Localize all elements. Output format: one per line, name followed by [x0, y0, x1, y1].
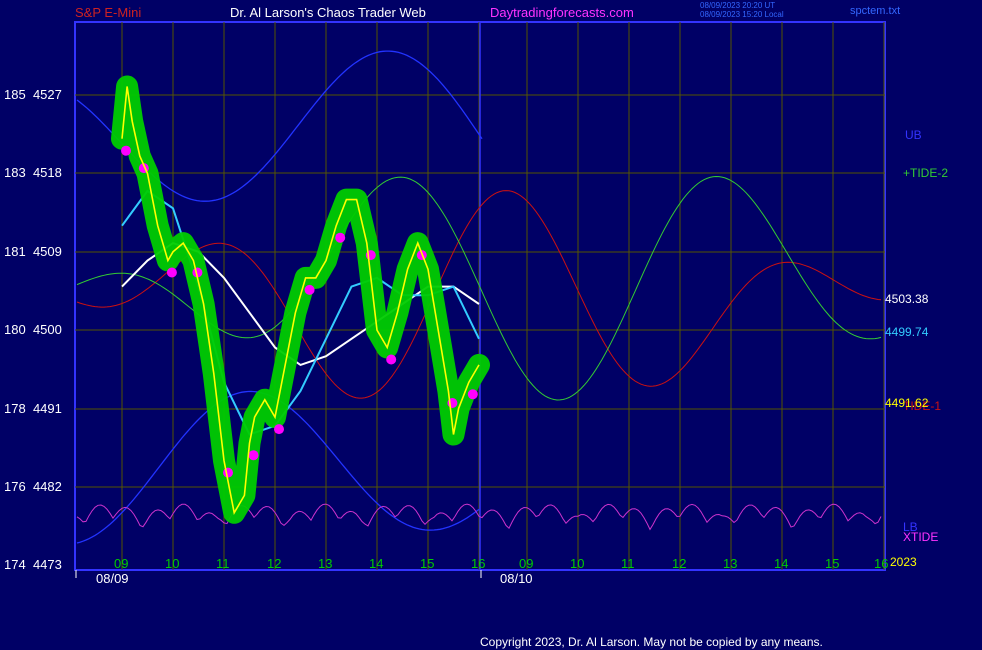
- author-title: Dr. Al Larson's Chaos Trader Web: [230, 5, 426, 20]
- copyright: Copyright 2023, Dr. Al Larson. May not b…: [480, 635, 823, 649]
- y-label: 183 4518: [4, 165, 62, 180]
- x-label: 15: [825, 556, 840, 571]
- chart-area: [74, 21, 886, 578]
- price-glow: [111, 75, 490, 524]
- x-label: 13: [318, 556, 333, 571]
- y-label: 180 4500: [4, 322, 62, 337]
- highlight-dot: [248, 450, 259, 461]
- value-yellow: 4491.62: [885, 396, 929, 410]
- x-label: 11: [216, 556, 230, 571]
- timestamp-local: 08/09/2023 15:20 Local: [700, 10, 784, 19]
- x-label: 16: [874, 556, 889, 571]
- highlight-dot: [274, 424, 284, 435]
- timestamp-ut: 08/09/2023 20:20 UT: [700, 1, 776, 10]
- x-label: 09: [114, 556, 129, 571]
- symbol-title: S&P E-Mini: [75, 5, 142, 20]
- x-label: 09: [519, 556, 534, 571]
- highlight-dot: [335, 232, 346, 243]
- y-label: 178 4491: [4, 401, 62, 416]
- tide2-label: +TIDE-2: [903, 166, 949, 180]
- x-label: 14: [774, 556, 789, 571]
- highlight-dot: [386, 354, 397, 365]
- x-label: 14: [369, 556, 384, 571]
- x-label: 10: [165, 556, 180, 571]
- site-link[interactable]: Daytradingforecasts.com: [490, 6, 634, 19]
- y-label: 181 4509: [4, 244, 62, 259]
- y-label: 176 4482: [4, 479, 62, 494]
- value-white: 4503.38: [885, 292, 929, 306]
- date-label: 08/09: [96, 571, 129, 586]
- highlight-dot: [467, 389, 478, 400]
- highlight-dot: [304, 284, 315, 295]
- value-cyan: 4499.74: [885, 325, 929, 339]
- filename: spctem.txt: [850, 5, 901, 17]
- x-label: 11: [621, 556, 635, 571]
- x-label: 15: [420, 556, 435, 571]
- highlight-dot: [166, 267, 177, 278]
- highlight-dot: [223, 467, 233, 478]
- x-label: 10: [570, 556, 585, 571]
- ub-label: UB: [905, 128, 922, 142]
- y-label: 185 4527: [4, 87, 62, 102]
- y-label: 174 4473: [4, 557, 62, 572]
- highlight-dot: [121, 145, 131, 156]
- price-glow-band: [111, 75, 490, 524]
- x-label: 12: [267, 556, 282, 571]
- x-label: 13: [723, 556, 738, 571]
- date-label: 08/10: [500, 571, 533, 586]
- year-label: 2023: [890, 555, 917, 569]
- x-label: 16: [471, 556, 486, 571]
- xtide-label: XTIDE: [903, 530, 939, 544]
- x-label: 12: [672, 556, 687, 571]
